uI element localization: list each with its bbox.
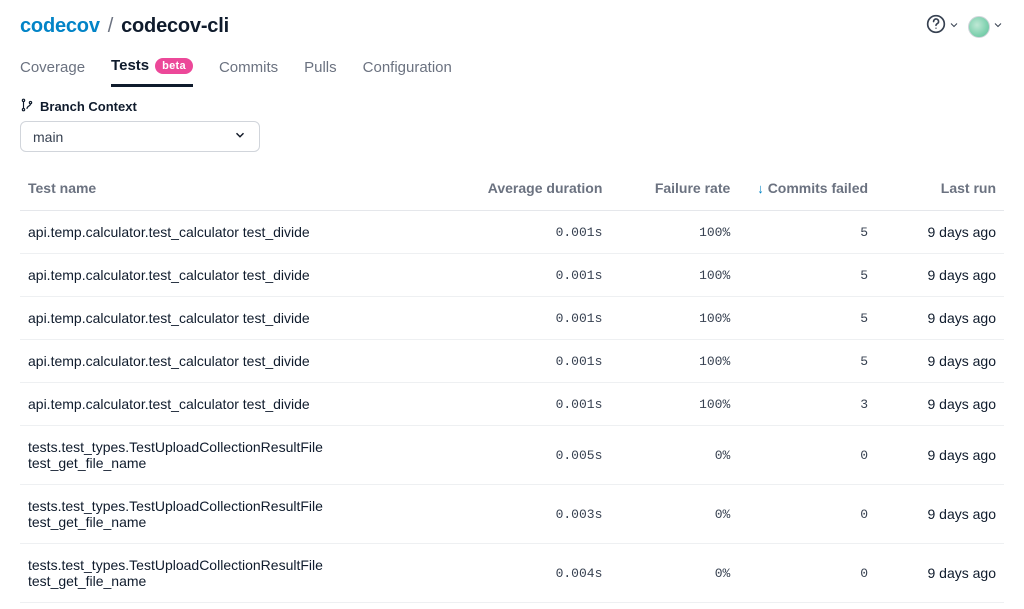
col-header-name[interactable]: Test name xyxy=(20,166,473,211)
cell-last-run: 9 days ago xyxy=(876,340,1004,383)
arrow-down-icon: ↓ xyxy=(757,181,764,196)
tab-label: Configuration xyxy=(363,59,452,76)
table-row: tests.test_types.TestUploadCollectionRes… xyxy=(20,485,1004,544)
cell-test-name[interactable]: api.temp.calculator.test_calculator test… xyxy=(20,297,473,340)
breadcrumb: codecov / codecov-cli xyxy=(20,15,229,38)
avatar xyxy=(968,16,990,38)
header: codecov / codecov-cli xyxy=(0,0,1024,43)
cell-test-name[interactable]: api.temp.calculator.test_calculator test… xyxy=(20,211,473,254)
cell-duration: 0.004s xyxy=(473,544,611,603)
cell-duration: 0.003s xyxy=(473,485,611,544)
cell-test-name[interactable]: tests.test_types.TestUploadCollectionRes… xyxy=(20,426,473,485)
cell-failure: 0% xyxy=(610,544,738,603)
cell-commits: 5 xyxy=(738,211,876,254)
cell-test-name[interactable]: api.temp.calculator.test_calculator test… xyxy=(20,340,473,383)
chevron-down-icon xyxy=(992,18,1004,36)
tests-table-wrap: Test name Average duration Failure rate … xyxy=(0,158,1024,603)
col-header-last[interactable]: Last run xyxy=(876,166,1004,211)
col-header-duration[interactable]: Average duration xyxy=(473,166,611,211)
cell-failure: 100% xyxy=(610,340,738,383)
breadcrumb-org-link[interactable]: codecov xyxy=(20,15,100,38)
tab-label: Pulls xyxy=(304,59,337,76)
header-actions xyxy=(926,14,1004,39)
cell-last-run: 9 days ago xyxy=(876,297,1004,340)
table-row: api.temp.calculator.test_calculator test… xyxy=(20,340,1004,383)
col-header-commits[interactable]: ↓ Commits failed xyxy=(738,166,876,211)
tab-configuration[interactable]: Configuration xyxy=(363,59,452,86)
chevron-down-icon xyxy=(948,18,960,36)
cell-test-name[interactable]: api.temp.calculator.test_calculator test… xyxy=(20,383,473,426)
table-row: tests.test_types.TestUploadCollectionRes… xyxy=(20,426,1004,485)
table-row: api.temp.calculator.test_calculator test… xyxy=(20,211,1004,254)
test-name-line2: test_get_file_name xyxy=(28,573,465,589)
table-row: api.temp.calculator.test_calculator test… xyxy=(20,383,1004,426)
cell-failure: 100% xyxy=(610,211,738,254)
git-branch-icon xyxy=(20,98,34,115)
tab-tests[interactable]: Tests beta xyxy=(111,57,193,87)
col-header-commits-label: Commits failed xyxy=(768,180,868,196)
breadcrumb-separator: / xyxy=(108,15,113,38)
cell-duration: 0.001s xyxy=(473,340,611,383)
chevron-down-icon xyxy=(233,128,247,145)
cell-duration: 0.001s xyxy=(473,297,611,340)
test-name-line1: tests.test_types.TestUploadCollectionRes… xyxy=(28,498,465,514)
help-menu[interactable] xyxy=(926,14,960,39)
test-name-line1: tests.test_types.TestUploadCollectionRes… xyxy=(28,557,465,573)
test-name-line1: api.temp.calculator.test_calculator test… xyxy=(28,267,465,283)
tab-label: Tests xyxy=(111,57,149,74)
tab-pulls[interactable]: Pulls xyxy=(304,59,337,86)
cell-failure: 100% xyxy=(610,297,738,340)
tests-table: Test name Average duration Failure rate … xyxy=(20,166,1004,603)
tab-label: Coverage xyxy=(20,59,85,76)
cell-commits: 0 xyxy=(738,544,876,603)
tabs: Coverage Tests beta Commits Pulls Config… xyxy=(0,43,1024,88)
cell-duration: 0.001s xyxy=(473,211,611,254)
cell-last-run: 9 days ago xyxy=(876,485,1004,544)
cell-commits: 0 xyxy=(738,426,876,485)
branch-context-label-row: Branch Context xyxy=(20,98,1004,115)
cell-commits: 5 xyxy=(738,297,876,340)
cell-failure: 0% xyxy=(610,485,738,544)
branch-select[interactable]: main xyxy=(20,121,260,152)
branch-context: Branch Context main xyxy=(0,88,1024,158)
cell-commits: 5 xyxy=(738,254,876,297)
beta-badge: beta xyxy=(155,58,193,74)
tab-coverage[interactable]: Coverage xyxy=(20,59,85,86)
cell-last-run: 9 days ago xyxy=(876,254,1004,297)
col-header-failure[interactable]: Failure rate xyxy=(610,166,738,211)
cell-failure: 100% xyxy=(610,383,738,426)
table-row: tests.test_types.TestUploadCollectionRes… xyxy=(20,544,1004,603)
table-row: api.temp.calculator.test_calculator test… xyxy=(20,297,1004,340)
cell-failure: 100% xyxy=(610,254,738,297)
user-menu[interactable] xyxy=(968,16,1004,38)
cell-test-name[interactable]: api.temp.calculator.test_calculator test… xyxy=(20,254,473,297)
breadcrumb-repo: codecov-cli xyxy=(121,15,229,38)
tab-label: Commits xyxy=(219,59,278,76)
test-name-line1: tests.test_types.TestUploadCollectionRes… xyxy=(28,439,465,455)
cell-test-name[interactable]: tests.test_types.TestUploadCollectionRes… xyxy=(20,485,473,544)
cell-last-run: 9 days ago xyxy=(876,211,1004,254)
cell-commits: 5 xyxy=(738,340,876,383)
cell-commits: 3 xyxy=(738,383,876,426)
cell-duration: 0.001s xyxy=(473,383,611,426)
cell-failure: 0% xyxy=(610,426,738,485)
cell-commits: 0 xyxy=(738,485,876,544)
test-name-line2: test_get_file_name xyxy=(28,455,465,471)
test-name-line1: api.temp.calculator.test_calculator test… xyxy=(28,353,465,369)
cell-last-run: 9 days ago xyxy=(876,426,1004,485)
cell-last-run: 9 days ago xyxy=(876,383,1004,426)
cell-duration: 0.005s xyxy=(473,426,611,485)
test-name-line1: api.temp.calculator.test_calculator test… xyxy=(28,396,465,412)
table-row: api.temp.calculator.test_calculator test… xyxy=(20,254,1004,297)
branch-select-value: main xyxy=(33,129,63,145)
help-circle-icon xyxy=(926,14,946,39)
tab-commits[interactable]: Commits xyxy=(219,59,278,86)
test-name-line1: api.temp.calculator.test_calculator test… xyxy=(28,310,465,326)
cell-test-name[interactable]: tests.test_types.TestUploadCollectionRes… xyxy=(20,544,473,603)
test-name-line2: test_get_file_name xyxy=(28,514,465,530)
cell-last-run: 9 days ago xyxy=(876,544,1004,603)
branch-context-label: Branch Context xyxy=(40,99,137,114)
cell-duration: 0.001s xyxy=(473,254,611,297)
test-name-line1: api.temp.calculator.test_calculator test… xyxy=(28,224,465,240)
